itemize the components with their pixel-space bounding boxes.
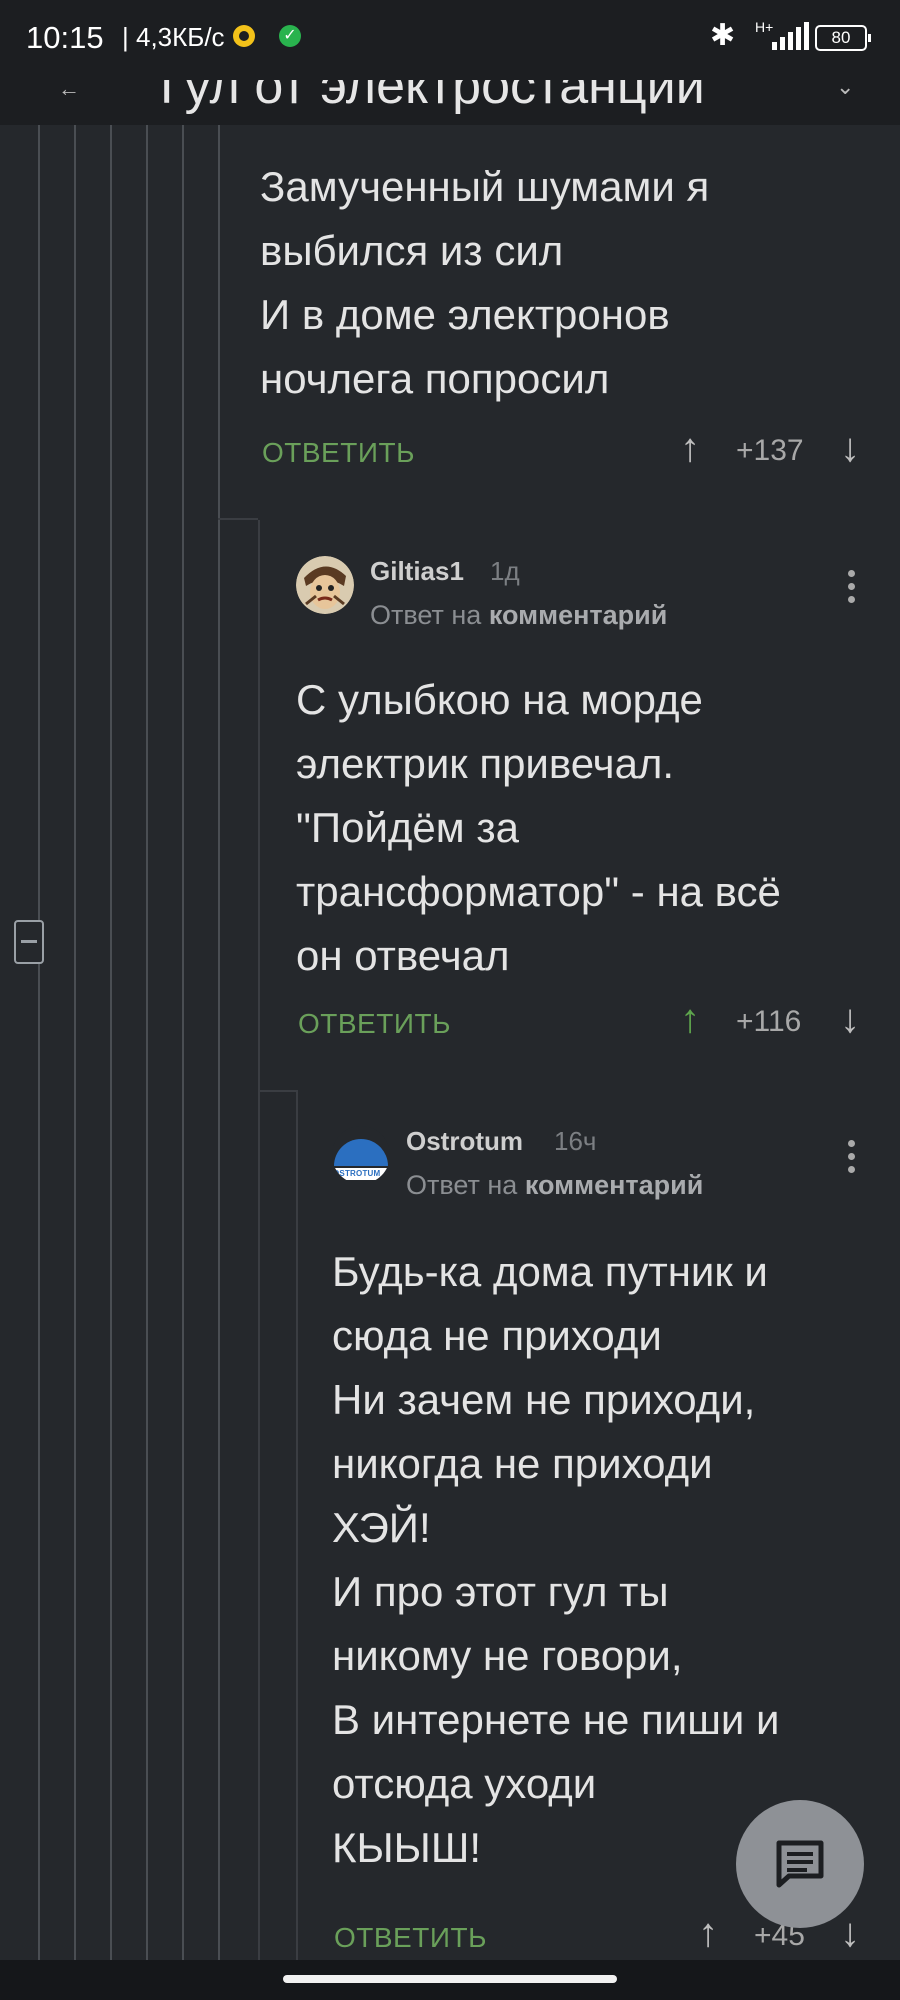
collapse-icon [21, 940, 37, 943]
reply-to-prefix: Ответ на [370, 600, 482, 630]
comment-body: С улыбкою на морде электрик привечал. "П… [296, 668, 781, 988]
comment-line: "Пойдём за [296, 804, 519, 851]
upvote-icon[interactable]: ↑ [698, 1911, 718, 1956]
thread-line [74, 125, 76, 1960]
comment-line: В интернете не пиши и [332, 1696, 780, 1743]
comment-line: трансформатор" - на всё [296, 868, 781, 915]
vote-controls: ↑ +137 ↓ [680, 426, 880, 472]
comment-fab-icon [776, 1840, 824, 1888]
reply-to-prefix: Ответ на [406, 1170, 518, 1200]
avatar[interactable] [296, 556, 354, 614]
back-icon[interactable]: ← [58, 80, 80, 102]
vote-count: +137 [736, 434, 804, 467]
avatar[interactable]: OSTROTUM [332, 1126, 390, 1184]
comment-line: отсюда уходи [332, 1760, 597, 1807]
downvote-icon[interactable]: ↓ [840, 426, 860, 471]
page-title: Гул от электростанции [160, 80, 705, 115]
avatar-text: OSTROTUM [333, 1169, 381, 1178]
comment-line: он отвечал [296, 932, 510, 979]
status-bar: 10:15 | 4,3КБ/с ✓ ✱ H+ 80 [0, 0, 900, 80]
thread-line [218, 125, 220, 1960]
comment-line: КЫЫШ! [332, 1824, 481, 1871]
thread-connector [218, 518, 258, 520]
comment-line: Будь-ка дома путник и [332, 1248, 768, 1295]
comment-line: ночлега попросил [260, 355, 610, 402]
comment-line: Замученный шумами я [260, 163, 710, 210]
comment-line: электрик привечал. [296, 740, 675, 787]
comment-age: 16ч [554, 1126, 597, 1156]
comment-line: сюда не приходи [332, 1312, 662, 1359]
signal-icon [772, 22, 812, 50]
reply-to-link[interactable]: комментарий [525, 1170, 704, 1200]
comment-line: И в доме электронов [260, 291, 670, 338]
downvote-icon[interactable]: ↓ [840, 1911, 860, 1956]
kebab-menu-icon[interactable] [848, 1140, 856, 1179]
thread-line [110, 125, 112, 1960]
comment-line: С улыбкою на морде [296, 676, 703, 723]
bluetooth-icon: ✱ [710, 19, 736, 52]
comment-body: Замученный шумами я выбился из сил И в д… [260, 155, 709, 411]
collapse-thread-button[interactable] [14, 920, 44, 964]
system-nav-bar [0, 1960, 900, 2000]
kebab-menu-icon[interactable] [848, 570, 856, 609]
battery-icon: 80 [815, 25, 871, 51]
upvote-icon[interactable]: ↑ [680, 426, 700, 471]
vote-count: +116 [736, 1005, 802, 1038]
status-time: 10:15 [26, 20, 104, 55]
add-comment-button[interactable] [736, 1800, 864, 1928]
comment-line: Ни зачем не приходи, [332, 1376, 756, 1423]
thread-connector [258, 1090, 298, 1092]
thread-line [146, 125, 148, 1960]
comment-body: Будь-ка дома путник и сюда не приходи Ни… [332, 1240, 779, 1880]
comment-age: 1д [490, 556, 520, 586]
home-indicator[interactable] [283, 1975, 617, 1983]
comment-line: никому не говори, [332, 1632, 683, 1679]
notification-icon [233, 25, 255, 47]
author-name[interactable]: Giltias1 [370, 556, 464, 587]
signal-type-label: H+ [755, 19, 774, 35]
comment-line: выбился из сил [260, 227, 564, 274]
reply-button[interactable]: ОТВЕТИТЬ [298, 1008, 451, 1040]
reply-to-link[interactable]: комментарий [489, 600, 668, 630]
comment-line: И про этот гул ты [332, 1568, 669, 1615]
status-network-speed: | 4,3КБ/с [122, 22, 225, 52]
battery-level: 80 [831, 28, 851, 47]
thread-line [258, 520, 260, 1960]
comment-line: ХЭЙ! [332, 1504, 431, 1551]
app-header: ← Гул от электростанции ⌄ [0, 80, 900, 125]
thread-line [38, 125, 40, 1960]
chevron-down-icon[interactable]: ⌄ [836, 80, 854, 100]
downvote-icon[interactable]: ↓ [840, 997, 860, 1042]
thread-line [182, 125, 184, 1960]
thread-line [296, 1090, 298, 1960]
upvote-icon[interactable]: ↑ [680, 997, 700, 1042]
reply-button[interactable]: ОТВЕТИТЬ [334, 1922, 487, 1954]
reply-to-info: Ответ на комментарий [370, 600, 667, 631]
shield-check-icon: ✓ [279, 25, 301, 47]
vote-controls: ↑ +116 ↓ [680, 997, 880, 1043]
reply-to-info: Ответ на комментарий [406, 1170, 703, 1201]
comment-line: никогда не приходи [332, 1440, 713, 1487]
author-name[interactable]: Ostrotum [406, 1126, 523, 1157]
reply-button[interactable]: ОТВЕТИТЬ [262, 437, 415, 469]
